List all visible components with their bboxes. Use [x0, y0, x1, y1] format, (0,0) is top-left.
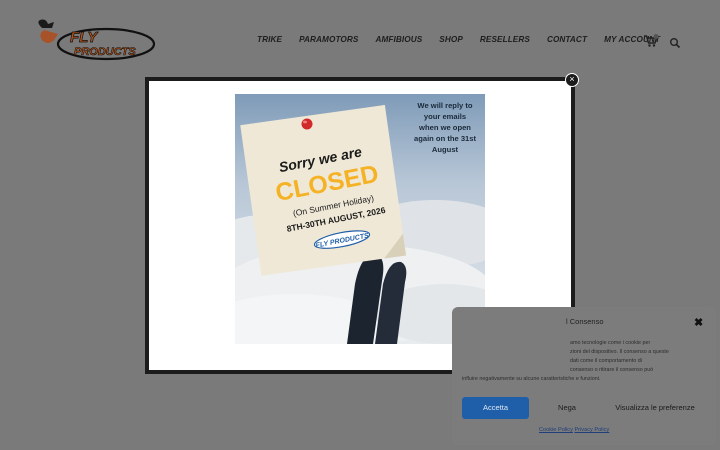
cookie-text-line: influire negativamente su alcune caratte… [462, 376, 601, 382]
nav-paramotors[interactable]: PARAMOTORS [299, 35, 358, 44]
cookie-text-line: zioni del dispositivo. Il consenso a que… [570, 349, 669, 355]
search-icon[interactable] [669, 37, 681, 49]
main-nav: TRIKE PARAMOTORS AMFIBIOUS SHOP RESELLER… [257, 35, 677, 44]
deny-button[interactable]: Nega [535, 397, 599, 419]
svg-text:PRODUCTS: PRODUCTS [74, 46, 136, 58]
nav-shop[interactable]: SHOP [439, 35, 463, 44]
cookie-description: amo tecnologie come i cookie per zioni d… [462, 339, 708, 384]
cookie-policy-link[interactable]: Cookie Policy [539, 427, 573, 433]
cart-icon[interactable] [643, 34, 659, 48]
fly-products-logo[interactable]: FLY PRODUCTS [34, 18, 156, 64]
reply-line-3: when we open [418, 123, 471, 132]
closed-notice-poster: Sorry we are CLOSED (On Summer Holiday) … [235, 94, 485, 344]
cookie-text-line: amo tecnologie come i cookie per [570, 340, 651, 346]
accept-button[interactable]: Accetta [462, 397, 529, 419]
nav-amfibious[interactable]: AMFIBIOUS [375, 35, 422, 44]
reply-line-1: We will reply to [417, 101, 472, 110]
nav-contact[interactable]: CONTACT [547, 35, 587, 44]
site-header: FLY PRODUCTS TRIKE PARAMOTORS AMFIBIOUS … [0, 0, 720, 86]
cookie-close-icon[interactable]: ✖ [694, 316, 703, 329]
privacy-policy-link[interactable]: Privacy Policy [574, 427, 609, 433]
cookie-text-line: consenso o ritirare il consenso può [570, 367, 654, 373]
cookie-text-line: dati come il comportamento di [570, 358, 642, 364]
reply-line-5: August [432, 145, 459, 154]
view-preferences-button[interactable]: Visualizza le preferenze [604, 397, 706, 419]
cookie-title: l Consenso [566, 317, 604, 326]
poster-image: Sorry we are CLOSED (On Summer Holiday) … [235, 94, 485, 344]
modal-close-button[interactable]: × [565, 73, 579, 87]
reply-line-4: again on the 31st [414, 134, 477, 143]
svg-text:FLY: FLY [70, 29, 99, 46]
nav-trike[interactable]: TRIKE [257, 35, 282, 44]
nav-resellers[interactable]: RESELLERS [480, 35, 530, 44]
reply-line-2: your emails [424, 112, 466, 121]
cookie-links: Cookie Policy Privacy Policy [539, 427, 609, 433]
